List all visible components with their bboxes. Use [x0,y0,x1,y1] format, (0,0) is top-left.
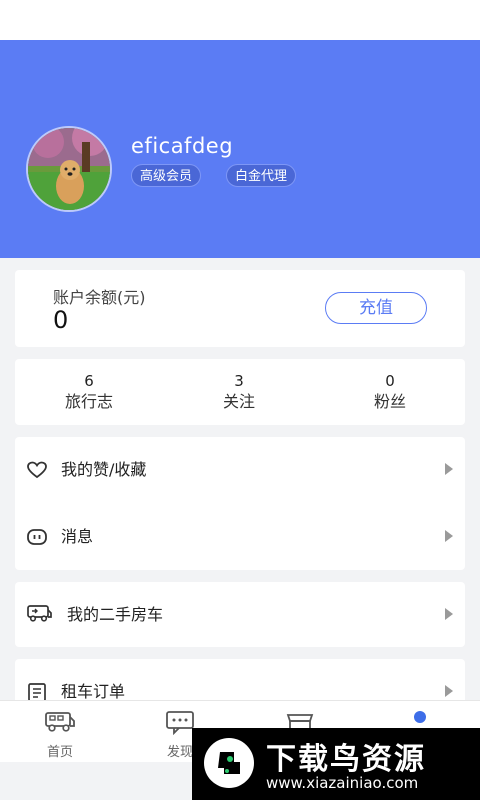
chevron-right-icon [445,463,453,475]
watermark-title: 下载鸟资源 [266,742,426,777]
menu-item-label: 我的二手房车 [67,605,164,624]
heart-icon [27,461,47,479]
rv-icon [27,605,52,622]
watermark: 下载鸟资源 www.xiazainiao.com [192,728,480,800]
username: eficafdeg [131,134,234,158]
menu-group-social: 我的赞/收藏 消息 [15,437,465,570]
menu-item-messages[interactable]: 消息 [15,504,465,570]
chevron-right-icon [445,530,453,542]
tab-home[interactable]: 首页 [0,701,120,763]
stat-followers[interactable]: 0 粉丝 [330,371,450,413]
watermark-logo [204,738,254,788]
menu-item-used-rv[interactable]: 我的二手房车 [15,582,465,648]
member-level-badge: 高级会员 [131,164,202,187]
stat-count: 6 [84,372,94,390]
menu-item-label: 消息 [61,527,94,546]
menu-group-vehicles: 我的二手房车 [15,582,465,647]
stat-count: 0 [385,372,395,390]
stats-card: 6 旅行志 3 关注 0 粉丝 [15,359,465,425]
stat-count: 3 [234,372,244,390]
menu-item-likes[interactable]: 我的赞/收藏 [15,437,465,503]
rv-icon [45,712,75,732]
tab-label: 首页 [46,745,73,760]
watermark-url: www.xiazainiao.com [266,774,419,792]
stat-label: 关注 [222,392,255,411]
balance-value: 0 [53,306,69,334]
status-bar [0,0,480,40]
bird-logo-icon [218,752,240,774]
chevron-right-icon [445,608,453,620]
balance-label: 账户余额(元) [53,288,146,307]
agent-level-badge: 白金代理 [226,164,297,187]
stat-following[interactable]: 3 关注 [179,371,299,413]
stat-travel-journals[interactable]: 6 旅行志 [29,371,149,413]
balance-card: 账户余额(元) 0 充值 [15,270,465,347]
profile-header: eficafdeg 高级会员 白金代理 [0,40,480,258]
stat-label: 旅行志 [64,392,113,411]
avatar[interactable] [26,126,112,212]
message-icon [27,529,47,545]
avatar-image [28,128,110,210]
chevron-right-icon [445,685,453,697]
menu-item-label: 我的赞/收藏 [61,460,147,479]
stat-label: 粉丝 [373,392,406,411]
recharge-button[interactable]: 充值 [325,292,427,324]
